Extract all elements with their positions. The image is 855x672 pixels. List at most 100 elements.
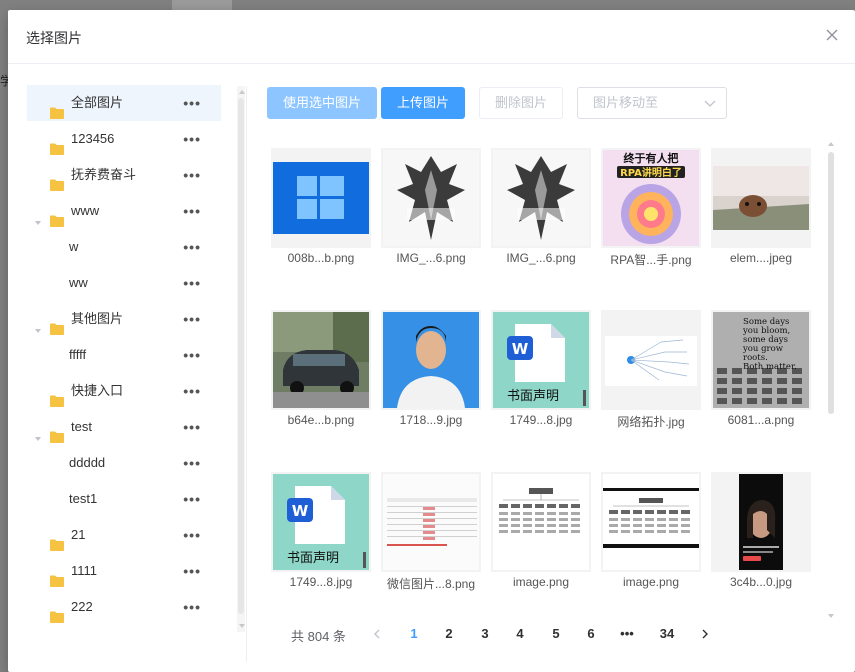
folder-icon	[50, 133, 64, 155]
image-thumbnail[interactable]	[491, 472, 591, 572]
caret-down-icon[interactable]	[33, 206, 43, 225]
image-thumbnail[interactable]	[271, 310, 371, 410]
folder-icon	[50, 421, 64, 443]
scroll-thumb[interactable]	[238, 98, 244, 614]
tree-item-label: 全部图片	[71, 95, 124, 110]
tree-item-label: ddddd	[69, 455, 106, 470]
deer-image	[713, 150, 809, 246]
image-thumbnail[interactable]	[381, 472, 481, 572]
tree-item[interactable]: test •••	[27, 409, 221, 445]
image-thumbnail[interactable]: W 书面声明	[271, 472, 371, 572]
tree-item[interactable]: 21 •••	[27, 517, 221, 553]
scroll-thumb[interactable]	[828, 152, 834, 414]
caret-down-icon[interactable]	[33, 422, 43, 441]
folder-icon	[50, 313, 64, 335]
folder-tree: 全部图片 ••• 123456 ••• 抚养费奋斗 ••• www ••• w ••• ww ••• 其…	[27, 85, 221, 625]
image-thumbnail[interactable]	[381, 310, 481, 410]
more-icon[interactable]: •••	[183, 337, 201, 373]
tree-item[interactable]: 123456 •••	[27, 121, 221, 157]
tree-item-label: 21	[71, 527, 86, 542]
orgchart-dark-image	[603, 474, 699, 570]
folder-icon	[50, 601, 64, 623]
pagination-page[interactable]: 6	[579, 622, 603, 646]
image-thumbnail[interactable]	[491, 148, 591, 248]
image-filename: image.png	[622, 575, 680, 589]
image-thumbnail[interactable]: W 书面声明	[491, 310, 591, 410]
image-thumbnail[interactable]	[601, 472, 701, 572]
more-icon[interactable]: •••	[183, 301, 201, 337]
image-thumbnail[interactable]: 终于有人把 RPA讲明白了	[601, 148, 701, 248]
tree-item[interactable]: 抚养费奋斗 •••	[27, 157, 221, 193]
more-icon[interactable]: •••	[183, 517, 201, 553]
delete-button[interactable]: 删除图片	[479, 87, 563, 119]
more-icon[interactable]: •••	[183, 85, 201, 121]
scroll-down-arrow[interactable]	[239, 624, 245, 628]
word-image: W 书面声明	[273, 474, 369, 570]
scroll-up-arrow[interactable]	[828, 142, 834, 146]
tree-scrollbar[interactable]	[237, 86, 245, 632]
more-icon[interactable]: •••	[183, 265, 201, 301]
svg-text:W: W	[512, 340, 529, 358]
select-image-dialog: 选择图片 全部图片 ••• 123456 ••• 抚养费奋斗 ••• www ••• w ••• w…	[8, 10, 855, 672]
image-thumbnail[interactable]	[271, 148, 371, 248]
more-icon[interactable]: •••	[183, 193, 201, 229]
svg-text:书面声明: 书面声明	[507, 389, 559, 404]
more-icon[interactable]: •••	[183, 157, 201, 193]
tree-item[interactable]: 全部图片 •••	[27, 85, 221, 121]
image-filename: IMG_...6.png	[506, 251, 576, 265]
more-icon[interactable]: •••	[183, 481, 201, 517]
network-image	[603, 312, 699, 408]
scroll-down-arrow[interactable]	[828, 614, 834, 618]
pagination-page[interactable]: 34	[655, 622, 679, 646]
panel-divider	[246, 86, 247, 662]
tree-item[interactable]: 222 •••	[27, 589, 221, 625]
more-icon[interactable]: •••	[183, 229, 201, 265]
dialog-header: 选择图片	[8, 10, 855, 64]
more-icon[interactable]: •••	[183, 121, 201, 157]
tree-item[interactable]: 1111 •••	[27, 553, 221, 589]
tree-item-label: www	[71, 203, 100, 218]
pagination-page[interactable]: 4	[508, 622, 532, 646]
pagination-page[interactable]: 2	[437, 622, 461, 646]
more-icon[interactable]: •••	[183, 589, 201, 625]
more-icon[interactable]: •••	[183, 553, 201, 589]
image-thumbnail[interactable]: Some days you bloom, some days you grow root…	[711, 310, 811, 410]
tree-item[interactable]: 其他图片 •••	[27, 301, 221, 337]
tree-item[interactable]: ddddd •••	[27, 445, 221, 481]
dialog-title: 选择图片	[26, 30, 82, 46]
more-icon[interactable]: •••	[183, 373, 201, 409]
scroll-up-arrow[interactable]	[239, 90, 245, 94]
grid-scrollbar[interactable]	[828, 140, 834, 618]
pagination-page[interactable]: 3	[473, 622, 497, 646]
upload-button[interactable]: 上传图片	[381, 87, 465, 119]
pagination-page[interactable]: 1	[402, 622, 426, 646]
tree-item[interactable]: test1 •••	[27, 481, 221, 517]
pagination-ellipsis[interactable]: •••	[615, 622, 639, 646]
close-icon[interactable]	[823, 26, 841, 44]
image-filename: 6081...a.png	[727, 413, 795, 427]
image-filename: 1749...8.jpg	[289, 575, 353, 589]
pagination-page[interactable]: 5	[544, 622, 568, 646]
rpa-image: 终于有人把 RPA讲明白了	[603, 150, 699, 246]
tree-item[interactable]: ww •••	[27, 265, 221, 301]
use-selected-button[interactable]: 使用选中图片	[267, 87, 377, 119]
tree-item[interactable]: w •••	[27, 229, 221, 265]
more-icon[interactable]: •••	[183, 445, 201, 481]
chevron-left-icon[interactable]	[371, 628, 383, 640]
move-to-select[interactable]: 图片移动至	[577, 87, 727, 119]
image-thumbnail[interactable]	[381, 148, 481, 248]
image-thumbnail[interactable]	[711, 472, 811, 572]
tree-item[interactable]: fffff •••	[27, 337, 221, 373]
image-thumbnail[interactable]	[711, 148, 811, 248]
image-thumbnail[interactable]	[601, 310, 701, 410]
tree-item[interactable]: 快捷入口 •••	[27, 373, 221, 409]
more-icon[interactable]: •••	[183, 409, 201, 445]
chevron-down-icon	[704, 100, 716, 107]
armor-image	[383, 150, 479, 246]
caret-down-icon[interactable]	[33, 314, 43, 333]
tree-item-label: w	[69, 239, 79, 254]
tree-item-label: 1111	[71, 563, 98, 578]
image-filename: 1749...8.jpg	[509, 413, 573, 427]
chevron-right-icon[interactable]	[699, 628, 711, 640]
tree-item[interactable]: www •••	[27, 193, 221, 229]
